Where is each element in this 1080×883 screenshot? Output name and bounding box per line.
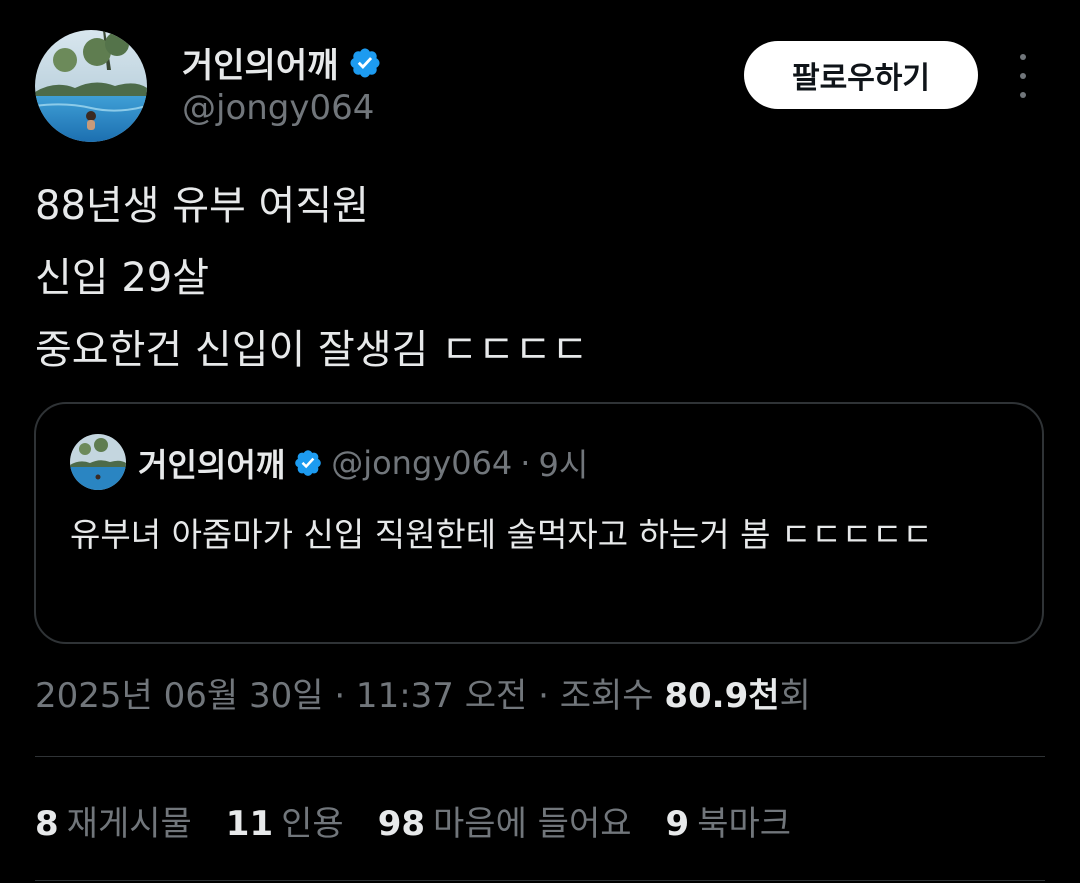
views-suffix: 회 [779, 676, 811, 716]
avatar-pool-image [35, 30, 147, 142]
stat-label: 인용 [281, 804, 344, 844]
stat-reposts[interactable]: 8 재게시물 [35, 796, 192, 845]
stat-bookmarks[interactable]: 9 북마크 [666, 796, 792, 845]
stat-label: 마음에 들어요 [433, 804, 632, 844]
more-vertical-icon[interactable] [1008, 54, 1038, 98]
tweet-body: 88년생 유부 여직원 신입 29살 중요한건 신입이 잘생김 ㄷㄷㄷㄷ [35, 170, 588, 386]
author-avatar[interactable] [35, 30, 147, 142]
divider [35, 880, 1045, 881]
stat-label: 재게시물 [66, 804, 192, 844]
follow-button[interactable]: 팔로우하기 [744, 41, 978, 109]
quoted-tweet-time: 9시 [538, 446, 589, 484]
stat-likes[interactable]: 98 마음에 들어요 [378, 796, 632, 845]
quoted-tweet-card[interactable]: 거인의어깨 @jongy064 · 9시 유부녀 아줌마가 신입 직원한테 술먹… [34, 402, 1044, 644]
author-display-name[interactable]: 거인의어깨 [182, 38, 338, 87]
tweet-datetime[interactable]: 2025년 06월 30일 · 11:37 오전 · 조회수 [35, 676, 664, 716]
tweet-line: 88년생 유부 여직원 [35, 183, 369, 229]
separator-dot: · [520, 444, 531, 482]
quoted-author-avatar [70, 434, 126, 490]
verified-badge-icon [348, 46, 382, 80]
engagement-stats: 8 재게시물 11 인용 98 마음에 들어요 9 북마크 [35, 796, 791, 845]
stat-count: 9 [665, 804, 690, 844]
stat-count: 98 [377, 804, 426, 844]
verified-badge-icon [293, 448, 323, 478]
stat-quotes[interactable]: 11 인용 [226, 796, 344, 845]
tweet-line: 신입 29살 [35, 255, 210, 301]
tweet-line: 중요한건 신입이 잘생김 ㄷㄷㄷㄷ [35, 327, 589, 373]
author-name-row: 거인의어깨 [182, 38, 382, 87]
quoted-tweet-header: 거인의어깨 @jongy064 · 9시 [138, 440, 588, 486]
quoted-author-name: 거인의어깨 [138, 446, 286, 484]
divider [35, 756, 1045, 757]
views-count: 80.9천 [664, 676, 780, 716]
quoted-author-handle: @jongy064 [331, 444, 513, 482]
stat-count: 8 [35, 804, 59, 844]
author-handle[interactable]: @jongy064 [182, 88, 374, 128]
tweet-meta: 2025년 06월 30일 · 11:37 오전 · 조회수 80.9천회 [35, 668, 811, 717]
quoted-tweet-text: 유부녀 아줌마가 신입 직원한테 술먹자고 하는거 봄 ㄷㄷㄷㄷㄷ [70, 515, 933, 554]
stat-label: 북마크 [697, 804, 792, 844]
stat-count: 11 [225, 804, 274, 844]
